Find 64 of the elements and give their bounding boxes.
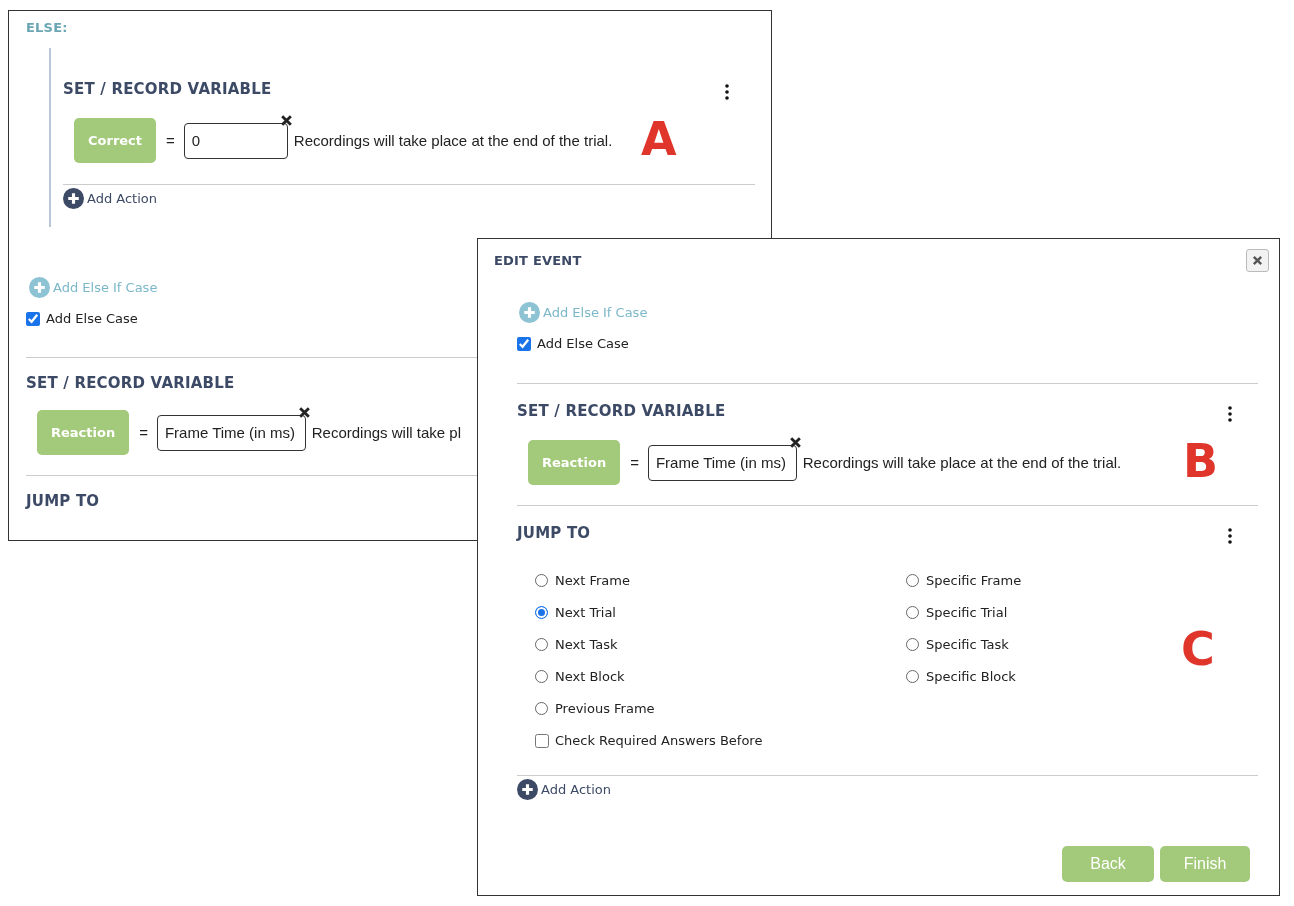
radio-button[interactable]	[906, 573, 919, 587]
checkbox-label: Add Else Case	[537, 336, 629, 351]
plus-circle-icon	[29, 277, 50, 298]
add-else-if-link[interactable]: Add Else If Case	[519, 302, 648, 323]
recording-note: Recordings will take place at the end of the trial.	[802, 454, 1122, 471]
more-options-icon[interactable]	[1228, 528, 1232, 544]
annotation-letter: C	[1181, 622, 1215, 676]
plus-circle-icon	[517, 779, 538, 800]
close-button[interactable]	[1246, 249, 1269, 272]
radio-button[interactable]	[535, 669, 548, 683]
else-label: ELSE:	[26, 20, 68, 35]
section-title: SET / RECORD VARIABLE	[26, 374, 235, 392]
close-icon[interactable]	[788, 435, 802, 449]
option-label: Specific Frame	[926, 572, 1022, 588]
section-title: SET / RECORD VARIABLE	[517, 402, 726, 420]
section-title: JUMP TO	[26, 492, 100, 510]
equals-sign: =	[630, 454, 639, 471]
option-label: Specific Trial	[926, 604, 1008, 620]
more-options-icon[interactable]	[1228, 406, 1232, 422]
radio-button[interactable]	[906, 605, 919, 619]
radio-button[interactable]	[535, 701, 548, 715]
checkbox[interactable]	[26, 311, 40, 326]
radio-button[interactable]	[535, 637, 548, 651]
radio-button[interactable]	[535, 605, 548, 619]
add-action-link[interactable]: Add Action	[517, 779, 611, 800]
checkbox-label: Check Required Answers Before	[555, 733, 763, 748]
variable-button[interactable]: Correct	[74, 118, 157, 163]
dialog-title: EDIT EVENT	[494, 253, 582, 268]
value-field[interactable]: Frame Time (in ms)	[647, 444, 797, 481]
close-icon[interactable]	[297, 405, 311, 419]
add-else-if-link[interactable]: Add Else If Case	[29, 277, 158, 298]
option-label: Specific Task	[926, 636, 1009, 652]
radio-button[interactable]	[906, 637, 919, 651]
option-label: Previous Frame	[555, 700, 655, 716]
recording-note: Recordings will take pl	[311, 424, 461, 441]
annotation-letter: B	[1183, 434, 1219, 488]
option-label: Next Block	[555, 668, 625, 684]
finish-button[interactable]: Finish	[1160, 846, 1250, 882]
option-label: Next Frame	[555, 572, 630, 588]
equals-sign: =	[139, 424, 148, 441]
add-action-link[interactable]: Add Action	[63, 188, 157, 209]
variable-button[interactable]: Reaction	[37, 410, 130, 455]
value-field[interactable]: Frame Time (in ms)	[156, 414, 306, 451]
option-label: Specific Block	[926, 668, 1016, 684]
variable-button[interactable]: Reaction	[528, 440, 621, 485]
checkbox[interactable]	[535, 733, 549, 748]
option-label: Next Task	[555, 636, 618, 652]
radio-button[interactable]	[535, 573, 548, 587]
close-icon[interactable]	[279, 113, 293, 127]
option-label: Next Trial	[555, 604, 616, 620]
recording-note: Recordings will take place at the end of the trial.	[293, 132, 613, 149]
more-options-icon[interactable]	[725, 84, 729, 100]
annotation-letter: A	[641, 112, 677, 166]
section-title: JUMP TO	[517, 524, 591, 542]
radio-button[interactable]	[906, 669, 919, 683]
back-button[interactable]: Back	[1062, 846, 1154, 882]
value-field[interactable]: 0	[183, 122, 288, 159]
equals-sign: =	[166, 132, 175, 149]
section-title: SET / RECORD VARIABLE	[63, 80, 272, 98]
checkbox-label: Add Else Case	[46, 311, 138, 326]
checkbox[interactable]	[517, 336, 531, 351]
plus-circle-icon	[63, 188, 84, 209]
plus-circle-icon	[519, 302, 540, 323]
close-icon	[1252, 255, 1263, 266]
